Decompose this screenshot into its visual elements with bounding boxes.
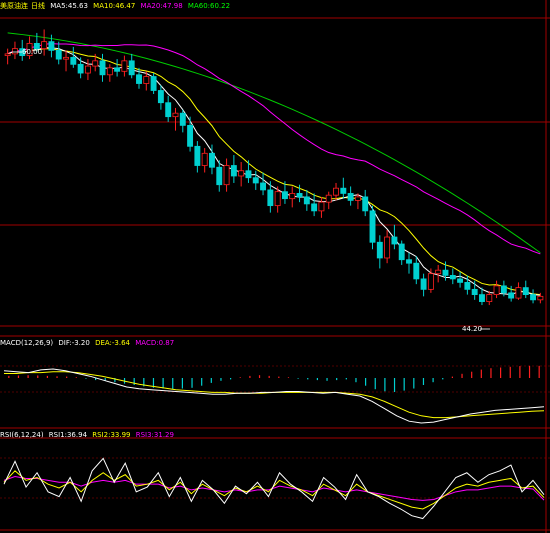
- candle-body: [508, 292, 515, 299]
- candle-body: [318, 201, 325, 212]
- candle-body: [406, 259, 412, 264]
- candle-body: [194, 145, 201, 166]
- candle-body: [464, 281, 471, 290]
- candle-body: [4, 53, 11, 57]
- candle-body: [391, 236, 398, 245]
- candle-body: [128, 60, 135, 76]
- candle-body: [500, 285, 507, 294]
- candle-body: [11, 48, 18, 55]
- candle-body: [303, 196, 310, 205]
- candle-body: [515, 287, 522, 299]
- candle-body: [398, 243, 405, 261]
- candle-body: [442, 269, 449, 276]
- candle-body: [493, 285, 500, 295]
- candle-body: [471, 288, 478, 296]
- candle-body: [325, 194, 332, 203]
- candle-body: [121, 60, 128, 72]
- candle-body: [522, 287, 529, 296]
- candle-body: [230, 165, 237, 177]
- candle-body: [267, 189, 274, 207]
- candle-body: [457, 278, 464, 283]
- candle-body: [296, 193, 303, 198]
- candle-body: [216, 166, 223, 186]
- candle-body: [157, 90, 164, 104]
- stock-chart: 60.00 44.20: [0, 0, 550, 533]
- candle-body: [427, 273, 434, 290]
- candle-body: [281, 191, 288, 200]
- candle-body: [311, 203, 318, 212]
- ma10-polyline: [7, 48, 541, 296]
- rsi-panel: [3, 457, 545, 520]
- candle-body: [238, 170, 245, 177]
- candle-body: [413, 262, 420, 280]
- grid-lines: [0, 0, 550, 533]
- candle-body: [55, 49, 62, 60]
- low-marker: 44.20: [462, 325, 482, 333]
- candle-body: [143, 76, 150, 84]
- candle-body: [252, 177, 259, 184]
- candle-body: [333, 187, 339, 196]
- candle-body: [106, 67, 113, 76]
- candle-body: [77, 63, 84, 74]
- candle-body: [354, 196, 361, 201]
- candle-body: [537, 295, 544, 301]
- candle-body: [114, 67, 121, 72]
- candle-body: [376, 241, 383, 259]
- candle-body: [362, 196, 369, 212]
- candlesticks: [4, 29, 544, 306]
- candle-body: [340, 187, 347, 194]
- candle-body: [245, 170, 252, 179]
- candle-body: [70, 56, 77, 65]
- candle-body: [384, 236, 391, 259]
- candle-body: [347, 193, 354, 201]
- candle-body: [420, 278, 427, 290]
- candle-body: [41, 41, 48, 50]
- candle-body: [172, 112, 179, 118]
- dif-line: [3, 368, 545, 424]
- candle-body: [48, 41, 55, 51]
- ma5-polyline: [7, 47, 541, 296]
- candle-body: [449, 275, 456, 280]
- candle-body: [530, 294, 537, 301]
- candle-body: [201, 152, 208, 166]
- macd-panel: [3, 365, 545, 424]
- candle-body: [99, 60, 106, 76]
- candle-body: [289, 193, 296, 200]
- candle-body: [369, 210, 376, 243]
- candle-body: [435, 269, 442, 275]
- candle-body: [165, 102, 172, 118]
- candle-body: [63, 56, 69, 60]
- high-marker: 60.00: [22, 48, 42, 56]
- candle-body: [150, 76, 157, 91]
- candle-body: [223, 165, 230, 186]
- candle-body: [479, 294, 485, 302]
- candle-body: [84, 65, 91, 74]
- ma5-line: [7, 47, 541, 296]
- candle-body: [179, 112, 186, 126]
- candle-body: [187, 124, 194, 147]
- candle-body: [209, 152, 215, 168]
- ma10-line: [7, 48, 541, 296]
- dea-line: [4, 371, 545, 419]
- candle-body: [260, 182, 267, 191]
- candle-body: [92, 60, 99, 67]
- candle-body: [486, 294, 493, 302]
- candle-body: [136, 74, 142, 84]
- candle-body: [274, 191, 281, 207]
